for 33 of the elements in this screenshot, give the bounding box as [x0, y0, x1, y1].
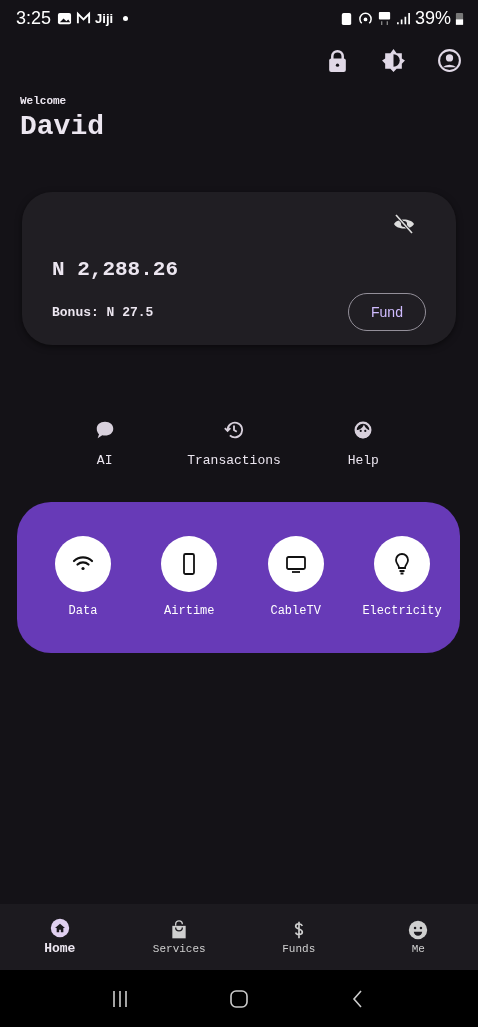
status-time: 3:25 — [16, 7, 52, 29]
home-icon — [49, 918, 70, 938]
welcome-label: Welcome — [20, 95, 68, 107]
service-label: CableTV — [270, 604, 321, 618]
hide-eye-icon[interactable] — [392, 212, 416, 236]
battery-icon — [455, 10, 464, 26]
home-icon[interactable] — [229, 988, 249, 1009]
brightness-icon[interactable] — [381, 48, 406, 73]
signal-icon — [395, 10, 411, 26]
nav-tab[interactable]: Home — [9, 918, 110, 956]
smiley-icon — [408, 919, 429, 940]
battery-percentage: 39% — [414, 7, 451, 29]
app-notification-label: Jiji — [95, 10, 114, 26]
history-icon[interactable] — [223, 419, 245, 441]
service-label: Airtime — [164, 604, 215, 618]
user-name: David — [20, 111, 105, 142]
nav-tab[interactable]: Me — [368, 919, 469, 955]
service-label: Data — [68, 604, 98, 618]
bonus-amount: Bonus: N 27.5 — [52, 304, 154, 320]
gallery-icon — [57, 10, 73, 26]
service-label: Electricity — [362, 604, 442, 618]
mail-icon — [76, 10, 92, 26]
nav-tab[interactable]: Funds — [248, 919, 349, 955]
hotspot-icon — [357, 10, 373, 26]
bulb-button[interactable] — [374, 536, 430, 592]
quick-action-label[interactable]: Transactions — [187, 453, 281, 468]
quick-action-label[interactable]: Help — [347, 453, 379, 468]
quick-action-label[interactable]: AI — [96, 453, 113, 468]
account-icon[interactable] — [437, 48, 462, 73]
notification-dot-icon — [123, 15, 129, 21]
nav-tab[interactable]: Services — [129, 919, 230, 955]
balance-amount: N 2,288.26 — [52, 258, 180, 281]
wifi-button[interactable] — [55, 536, 111, 592]
